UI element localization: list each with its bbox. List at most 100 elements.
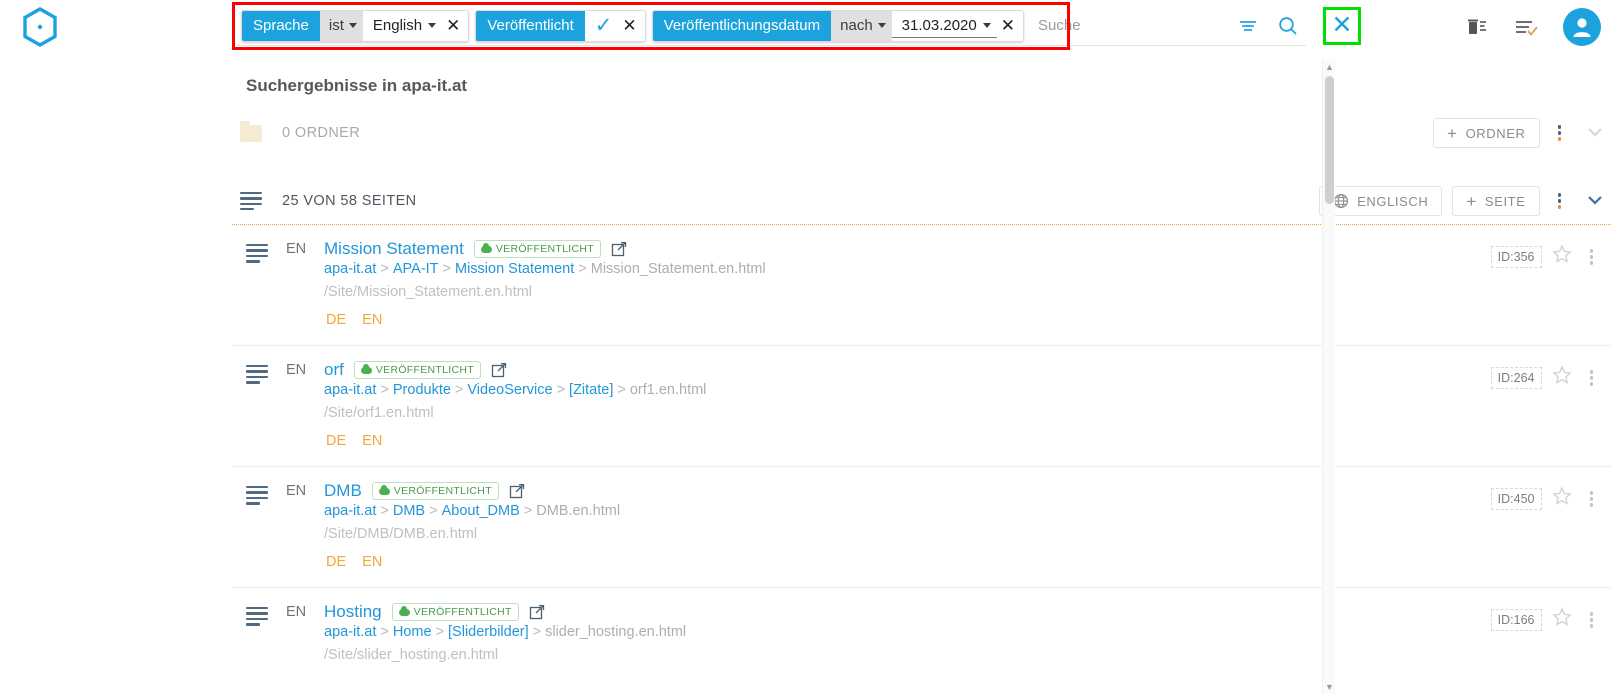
row-menu-icon[interactable] [1582, 243, 1602, 271]
status-badge: VERÖFFENTLICHT [353, 361, 481, 379]
search-bar: Sprache ist English ✕ Veröffentlicht ✓ ✕ [237, 6, 1361, 46]
language-tag-de[interactable]: DE [326, 554, 346, 570]
row-title-link[interactable]: orf [324, 360, 344, 380]
search-icon[interactable] [1277, 15, 1299, 37]
breadcrumb-item[interactable]: Home [393, 624, 432, 640]
close-search-annotation: ✕ [1323, 6, 1361, 45]
breadcrumb-separator: > [380, 382, 389, 398]
row-content: Mission Statement VERÖFFENTLICHT apa-it.… [324, 239, 1611, 339]
breadcrumb-item[interactable]: apa-it.at [324, 382, 376, 398]
star-outline-icon[interactable] [1551, 607, 1572, 632]
scroll-up-arrow-icon[interactable]: ▲ [1323, 60, 1336, 74]
breadcrumb: apa-it.at > Produkte > VideoService > [Zitate]… [324, 382, 706, 398]
breadcrumb-separator: > [523, 503, 533, 519]
breadcrumb-item[interactable]: apa-it.at [324, 624, 376, 640]
external-link-icon[interactable] [529, 604, 545, 620]
breadcrumb-item[interactable]: apa-it.at [324, 503, 376, 519]
pages-group-chevron-down-icon[interactable] [1579, 188, 1611, 214]
top-bar: Sprache ist English ✕ Veröffentlicht ✓ ✕ [0, 0, 1623, 54]
row-menu-icon[interactable] [1582, 485, 1602, 513]
filter-chip-veroeffentlichungsdatum[interactable]: Veröffentlichungsdatum nach 31.03.2020 ✕ [651, 9, 1024, 42]
external-link-icon[interactable] [509, 483, 525, 499]
row-language-label: EN [286, 241, 307, 257]
star-outline-icon[interactable] [1551, 486, 1572, 511]
filter-chip-operator[interactable]: ist [319, 10, 363, 41]
filter-chip-list: Sprache ist English ✕ Veröffentlicht ✓ ✕ [237, 9, 1024, 42]
star-outline-icon[interactable] [1551, 365, 1572, 390]
row-menu-icon[interactable] [1582, 364, 1602, 392]
filter-chip-sprache[interactable]: Sprache ist English ✕ [241, 9, 470, 42]
language-tag-de[interactable]: DE [326, 433, 346, 449]
scrollbar-thumb[interactable] [1325, 76, 1334, 204]
language-tag-en[interactable]: EN [362, 312, 382, 328]
breadcrumb-separator: > [380, 503, 389, 519]
remove-filter-datum-button[interactable]: ✕ [997, 11, 1023, 41]
filter-chip-operator[interactable]: nach [831, 10, 892, 41]
folder-group-chevron-down-icon[interactable] [1579, 120, 1611, 146]
table-row[interactable]: EN Mission Statement VERÖFFENTLICHT apa-… [0, 225, 1623, 345]
breadcrumb-item[interactable]: DMB [393, 503, 425, 519]
star-outline-icon[interactable] [1551, 244, 1572, 269]
external-link-icon[interactable] [611, 241, 627, 257]
breadcrumb-item[interactable]: [Zitate] [569, 382, 613, 398]
row-title-line: Hosting VERÖFFENTLICHT [324, 602, 1611, 622]
table-row[interactable]: EN orf VERÖFFENTLICHT apa-it.at > Produk… [0, 346, 1623, 466]
language-filter-button[interactable]: ENGLISCH [1319, 186, 1443, 216]
row-actions: ID:166 [1490, 606, 1602, 634]
pages-group-menu-icon[interactable] [1550, 187, 1570, 215]
table-row[interactable]: EN Hosting VERÖFFENTLICHT apa-it.at > Ho… [0, 588, 1623, 698]
page-icon [246, 607, 268, 698]
external-link-icon[interactable] [491, 362, 507, 378]
breadcrumb-item[interactable]: About_DMB [442, 503, 520, 519]
remove-filter-veroeffentlicht-button[interactable]: ✕ [618, 11, 644, 41]
filter-chip-veroeffentlicht[interactable]: Veröffentlicht ✓ ✕ [475, 9, 646, 42]
add-folder-button[interactable]: + ORDNER [1433, 118, 1540, 148]
add-page-button[interactable]: + SEITE [1452, 186, 1540, 216]
row-title-link[interactable]: Mission Statement [324, 239, 464, 259]
row-title-link[interactable]: Hosting [324, 602, 382, 622]
breadcrumb-item[interactable]: [Sliderbilder] [448, 624, 529, 640]
search-input[interactable] [1038, 9, 1237, 42]
folder-count-label: 0 ORDNER [282, 125, 361, 141]
filter-date-value[interactable]: 31.03.2020 [891, 14, 997, 38]
language-tag-de[interactable]: DE [326, 312, 346, 328]
breadcrumb-separator: > [435, 624, 445, 640]
app-logo[interactable] [0, 7, 80, 47]
breadcrumb-item[interactable]: apa-it.at [324, 261, 376, 277]
status-badge-label: VERÖFFENTLICHT [393, 485, 492, 497]
page-icon [246, 486, 268, 581]
remove-filter-sprache-button[interactable]: ✕ [442, 11, 468, 41]
scroll-down-arrow-icon[interactable]: ▼ [1323, 680, 1336, 694]
table-row[interactable]: EN DMB VERÖFFENTLICHT apa-it.at > DMB > … [0, 467, 1623, 587]
check-icon[interactable]: ✓ [585, 11, 619, 41]
vertical-scrollbar[interactable]: ▲ ▼ [1322, 60, 1335, 694]
breadcrumb-item[interactable]: Produkte [393, 382, 451, 398]
list-check-icon[interactable] [1513, 15, 1539, 39]
breadcrumb-item[interactable]: Mission Statement [455, 261, 574, 277]
breadcrumb-separator: > [380, 261, 389, 277]
trash-list-icon[interactable] [1465, 15, 1489, 39]
chevron-down-icon [982, 22, 991, 28]
breadcrumb-file: DMB.en.html [536, 503, 621, 519]
filter-icon[interactable] [1237, 15, 1259, 37]
breadcrumb-item[interactable]: APA-IT [393, 261, 439, 277]
filter-chip-key: Veröffentlicht [476, 10, 585, 41]
close-search-button[interactable]: ✕ [1332, 13, 1353, 38]
row-id-badge: ID:356 [1490, 245, 1542, 268]
filter-chip-key: Sprache [242, 10, 320, 41]
row-path: /Site/Mission_Statement.en.html [324, 284, 532, 301]
row-path: /Site/orf1.en.html [324, 405, 434, 422]
language-tag-en[interactable]: EN [362, 554, 382, 570]
user-avatar-icon[interactable] [1563, 8, 1601, 46]
breadcrumb-separator: > [454, 382, 464, 398]
breadcrumb-file: Mission_Statement.en.html [590, 261, 766, 277]
filter-chip-value[interactable]: English [363, 11, 442, 41]
folder-group-menu-icon[interactable] [1550, 119, 1570, 147]
breadcrumb-item[interactable]: VideoService [467, 382, 552, 398]
cloud-published-icon [398, 605, 410, 616]
search-tools: ✕ [1237, 6, 1367, 45]
filter-chip-key: Veröffentlichungsdatum [652, 10, 832, 41]
row-menu-icon[interactable] [1582, 606, 1602, 634]
language-tag-en[interactable]: EN [362, 433, 382, 449]
row-title-link[interactable]: DMB [324, 481, 362, 501]
